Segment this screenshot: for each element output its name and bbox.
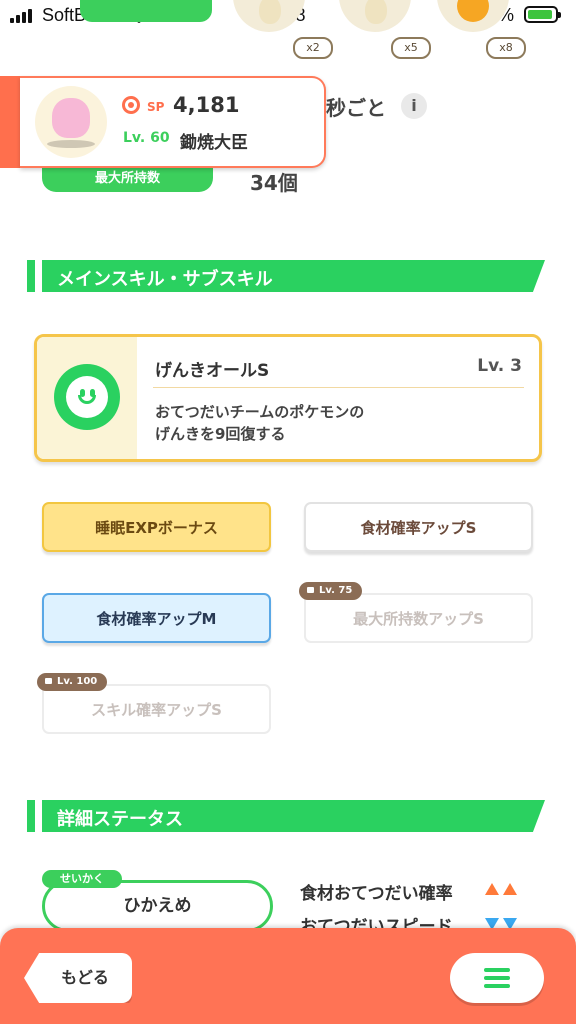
pokemon-name: 鋤焼大臣 <box>180 133 248 153</box>
sp-label: SP <box>147 100 165 114</box>
sub-skill-inventory-up-s[interactable]: 最大所持数アップS <box>304 593 533 643</box>
max-carry-label: 最大所持数 <box>42 166 213 192</box>
per-seconds-text: 秒ごと <box>326 96 386 120</box>
smile-icon <box>54 364 120 430</box>
lock-level: Lv. 75 <box>319 585 353 596</box>
battery-icon <box>524 6 561 23</box>
lock-level: Lv. 100 <box>57 676 98 687</box>
section-title: メインスキル・サブスキル <box>57 269 273 290</box>
lock-icon <box>307 587 314 593</box>
item-multiplier-2: x5 <box>391 37 431 59</box>
back-button[interactable]: もどる <box>24 953 132 1003</box>
sub-skill-ingredient-finder-s[interactable]: 食材確率アップS <box>304 502 533 552</box>
lock-icon <box>45 678 52 684</box>
sp-value: 4,181 <box>173 93 240 117</box>
info-icon[interactable]: i <box>401 93 427 119</box>
sub-skill-ingredient-finder-m[interactable]: 食材確率アップM <box>42 593 271 643</box>
nature-tag: せいかく <box>42 870 122 888</box>
pokemon-sprite <box>52 98 90 138</box>
arrow-up-icon <box>485 883 499 895</box>
sub-skill-sleep-exp-bonus[interactable]: 睡眠EXPボーナス <box>42 502 271 552</box>
description-line: おてつだいチームのポケモンの <box>155 403 365 421</box>
max-carry-value: 34個 <box>250 171 298 195</box>
honey-pot-icon <box>457 0 489 22</box>
arrow-up-icon <box>503 883 517 895</box>
lock-badge: Lv. 100 <box>37 673 108 691</box>
item-multiplier-3: x8 <box>486 37 526 59</box>
sub-skill-skill-trigger-s[interactable]: スキル確率アップS <box>42 684 271 734</box>
menu-button[interactable] <box>450 953 544 1003</box>
lock-badge: Lv. 75 <box>299 582 363 600</box>
section-header-skills: メインスキル・サブスキル <box>27 260 545 292</box>
top-green-pill <box>80 0 212 22</box>
egg-icon <box>259 0 281 24</box>
description-line: げんきを9回復する <box>155 425 286 443</box>
section-header-details: 詳細ステータス <box>27 800 545 832</box>
divider <box>153 387 524 388</box>
pokemon-level: Lv. 60 <box>123 130 170 146</box>
main-skill-level: Lv. 3 <box>477 356 522 376</box>
pokeball-icon <box>122 96 140 114</box>
egg-icon <box>365 0 387 24</box>
main-skill-name: げんきオールS <box>155 361 270 381</box>
section-title: 詳細ステータス <box>57 809 183 830</box>
avatar <box>35 86 107 158</box>
stat-up-label: 食材おてつだい確率 <box>300 884 453 904</box>
item-multiplier-1: x2 <box>293 37 333 59</box>
main-skill-description: おてつだいチームのポケモンの げんきを9回復する <box>155 401 364 445</box>
pokemon-card-accent <box>0 76 21 168</box>
